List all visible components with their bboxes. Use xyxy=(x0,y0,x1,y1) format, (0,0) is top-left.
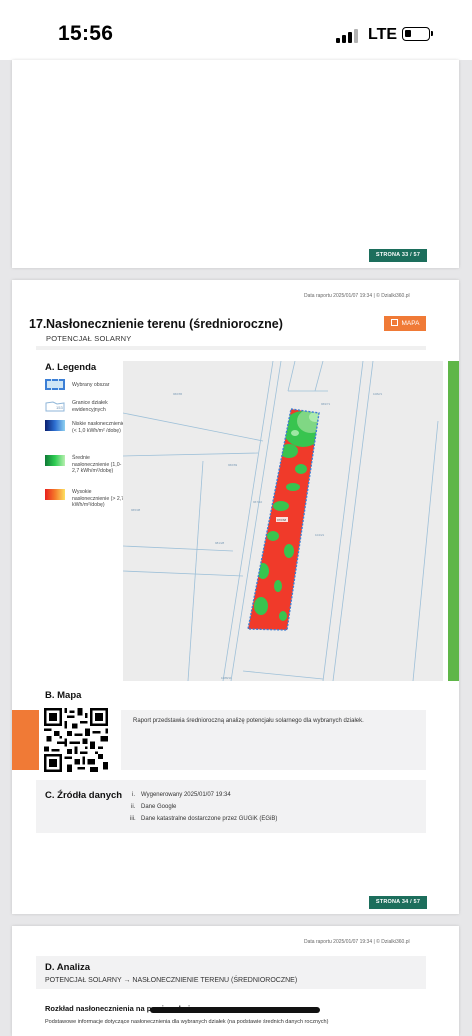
battery-icon xyxy=(402,27,433,41)
network-label: LTE xyxy=(368,26,398,43)
signal-icon xyxy=(336,28,362,43)
qr-code[interactable] xyxy=(44,708,108,772)
page-number-badge: STRONA 33 / 57 xyxy=(369,249,427,262)
svg-text:969/71: 969/71 xyxy=(321,402,331,406)
legend-item-label: Niskie nasłonecznienie (< 1,0 kWh/m² /do… xyxy=(72,421,125,434)
source-num: i. xyxy=(132,792,135,798)
svg-text:966/65: 966/65 xyxy=(173,392,183,396)
external-link-icon xyxy=(390,319,398,326)
svg-text:1082/1: 1082/1 xyxy=(373,392,383,396)
legend-item-label: Wybrany obszar xyxy=(72,382,110,388)
mapa-button-label: MAPA xyxy=(401,320,420,327)
source-num: iii. xyxy=(130,816,136,822)
medium-insolation-icon xyxy=(45,455,65,466)
legend-heading: A. Legenda xyxy=(45,362,97,373)
low-insolation-icon xyxy=(45,420,65,431)
svg-text:966/69: 966/69 xyxy=(228,463,238,467)
analysis-header: D. Analiza POTENCJAŁ SOLARNY → NASŁONECZ… xyxy=(36,956,426,989)
legend-item-label: Wysokie nasłonecznienie (> 2,7 kWh/m²/do… xyxy=(72,489,125,508)
parcel-boundary-icon: 153 xyxy=(45,399,65,412)
section-subtitle: POTENCJAŁ SOLARNY xyxy=(46,334,132,343)
solar-map[interactable]: 966/65 1082/1 969/71 966/69 965/38 967/1… xyxy=(123,361,443,681)
source-text: Wygenerowany 2025/01/07 19:34 xyxy=(141,792,231,798)
source-text: Dane Google xyxy=(141,804,177,810)
report-meta: Data raportu 2025/01/07 19:34 | © Dzialk… xyxy=(304,293,410,299)
page-number-badge: STRONA 34 / 57 xyxy=(369,896,427,909)
report-page-34: Data raportu 2025/01/07 19:34 | © Dzialk… xyxy=(12,280,459,914)
map-description: Raport przedstawia średnioroczną analizę… xyxy=(133,718,364,724)
analysis-body: Podstawowe informacje dotyczące nasłonec… xyxy=(45,1019,329,1025)
high-insolation-icon xyxy=(45,489,65,500)
svg-text:153: 153 xyxy=(56,405,63,410)
analysis-breadcrumb: POTENCJAŁ SOLARNY → NASŁONECZNIENIE TERE… xyxy=(45,977,298,984)
svg-text:1088/11: 1088/11 xyxy=(221,676,232,680)
section-number: 17. xyxy=(29,317,47,331)
status-time: 15:56 xyxy=(58,22,114,45)
legend-item-label: Średnie nasłonecznienie (1,0- 2,7 kWh/m²… xyxy=(72,455,122,474)
source-num: ii. xyxy=(131,804,136,810)
map-heading: B. Mapa xyxy=(45,690,82,701)
svg-text:104/21: 104/21 xyxy=(315,533,325,537)
status-bar: 15:56 LTE xyxy=(0,0,472,60)
svg-text:967/10: 967/10 xyxy=(253,500,263,504)
mapa-button[interactable]: MAPA xyxy=(384,316,426,331)
svg-text:970/68: 970/68 xyxy=(277,518,287,522)
map-side-bar xyxy=(448,361,459,681)
divider xyxy=(36,346,426,350)
legend-item-label: Granice działek ewidencyjnych xyxy=(72,400,108,413)
source-text: Dane katastralne dostarczone przez GUGiK… xyxy=(141,816,278,822)
map-description-box: Raport przedstawia średnioroczną analizę… xyxy=(121,710,426,770)
accent-bar xyxy=(12,710,39,770)
report-page-33: STRONA 33 / 57 xyxy=(12,60,459,268)
sources-box: C. Źródła danych i. Wygenerowany 2025/01… xyxy=(36,780,426,833)
svg-text:965/38: 965/38 xyxy=(131,508,141,512)
sources-heading: C. Źródła danych xyxy=(45,790,123,801)
home-indicator[interactable] xyxy=(150,1007,320,1013)
report-meta: Data raportu 2025/01/07 19:34 | © Dzialk… xyxy=(304,939,410,945)
analysis-heading: D. Analiza xyxy=(45,962,91,973)
svg-text:981/28: 981/28 xyxy=(215,541,225,545)
selected-area-icon xyxy=(45,379,65,390)
section-title: Nasłonecznienie terenu (średnioroczne) xyxy=(46,317,283,331)
report-page-35: Data raportu 2025/01/07 19:34 | © Dzialk… xyxy=(12,926,459,1036)
